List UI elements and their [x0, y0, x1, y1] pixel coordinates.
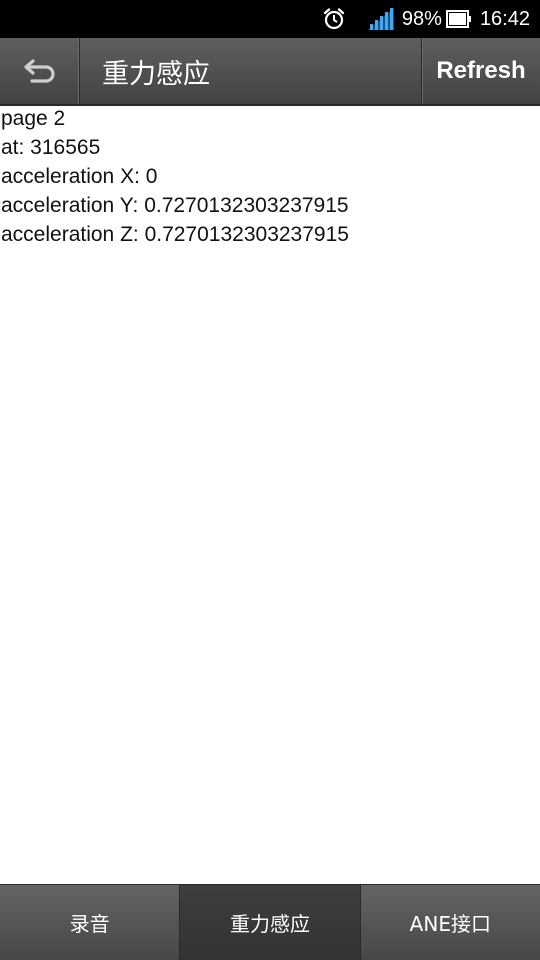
page-label: page 2: [1, 107, 66, 130]
acceleration-y: acceleration Y: 0.7270132303237915: [1, 194, 349, 217]
status-bar: 98% 16:42: [0, 0, 540, 38]
back-button[interactable]: [0, 38, 80, 104]
back-arrow-icon: [23, 59, 55, 83]
signal-icon: [367, 8, 394, 30]
battery-icon: [445, 10, 472, 28]
action-bar: 重力感应 Refresh: [0, 38, 540, 106]
alarm-icon: [322, 7, 346, 31]
bottom-tab-bar: 录音 重力感应 ANE接口: [0, 884, 540, 960]
clock-time: 16:42: [479, 7, 530, 30]
tab-gravity-sensor[interactable]: 重力感应: [180, 885, 361, 960]
refresh-button[interactable]: Refresh: [421, 38, 540, 104]
battery-percent: 98%: [401, 7, 442, 30]
tab-ane-interface[interactable]: ANE接口: [360, 885, 540, 960]
acceleration-z: acceleration Z: 0.7270132303237915: [1, 223, 349, 246]
sensor-readout: page 2 at: 316565 acceleration X: 0 acce…: [0, 104, 540, 249]
timestamp-label: at: 316565: [1, 136, 101, 159]
acceleration-x: acceleration X: 0: [1, 165, 158, 188]
tab-record[interactable]: 录音: [0, 885, 181, 960]
page-title: 重力感应: [102, 58, 210, 90]
